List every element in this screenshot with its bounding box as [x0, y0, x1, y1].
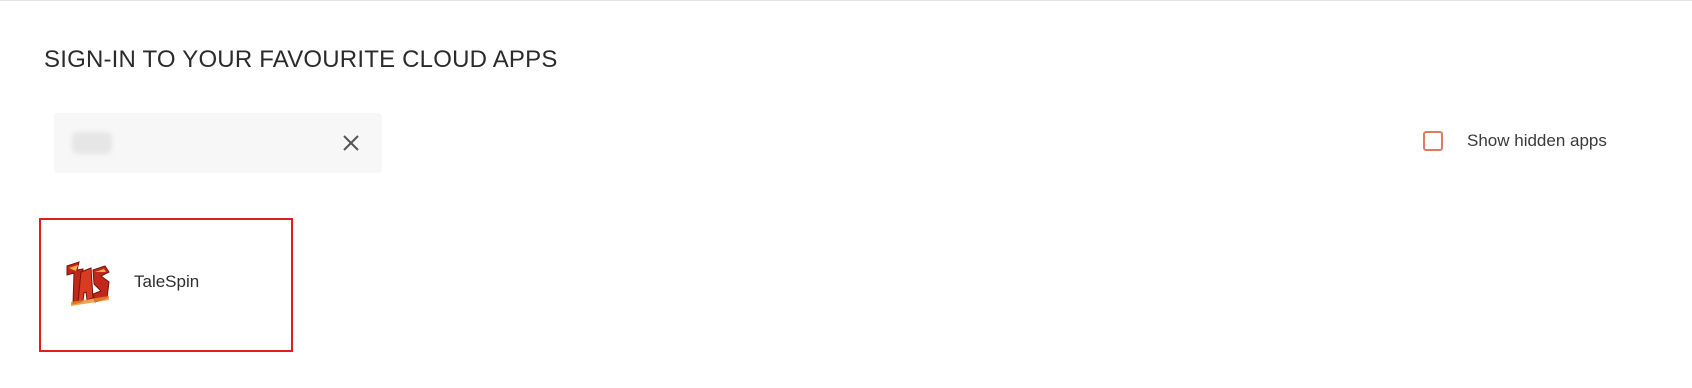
search-input[interactable] — [72, 132, 112, 154]
page-title: SIGN-IN TO YOUR FAVOURITE CLOUD APPS — [44, 46, 558, 73]
apps-page: SIGN-IN TO YOUR FAVOURITE CLOUD APPS Sho… — [0, 0, 1692, 388]
app-name: TaleSpin — [134, 272, 200, 291]
show-hidden-checkbox[interactable] — [1423, 131, 1443, 151]
show-hidden-apps-toggle[interactable]: Show hidden apps — [1423, 131, 1607, 151]
show-hidden-label: Show hidden apps — [1467, 131, 1607, 150]
top-divider — [0, 0, 1692, 1]
talespin-logo — [66, 261, 110, 306]
clear-search-button[interactable] — [338, 130, 364, 156]
close-icon — [343, 135, 359, 151]
app-tile-talespin[interactable]: TaleSpin — [39, 218, 293, 352]
search-field[interactable] — [54, 113, 382, 173]
